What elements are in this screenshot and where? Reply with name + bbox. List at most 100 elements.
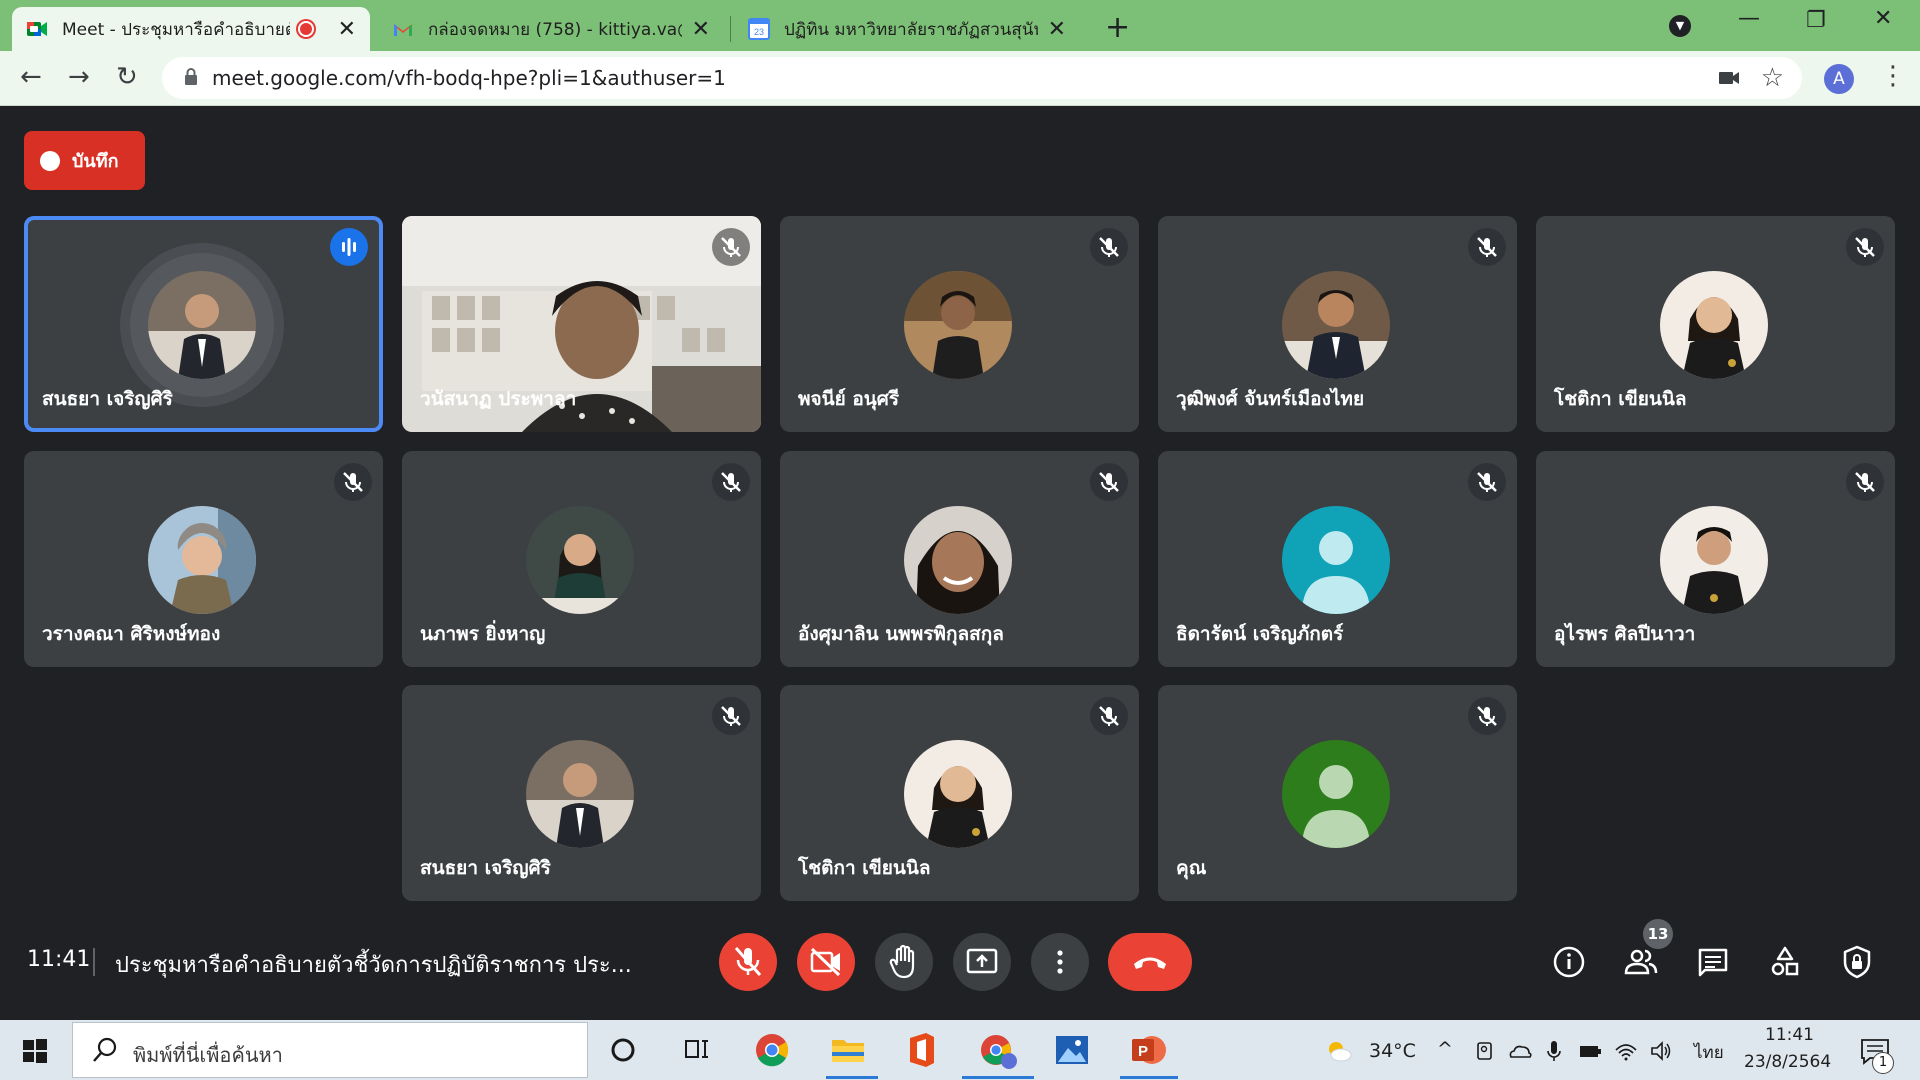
participant-tile-self[interactable]: คุณ [1158,685,1517,901]
participant-tile[interactable]: ธิดารัตน์ เจริญภักตร์ [1158,451,1517,667]
weather-icon[interactable] [1326,1038,1352,1064]
people-count-badge: 13 [1643,919,1673,949]
photos-icon[interactable] [1050,1028,1094,1072]
cortana-icon[interactable] [601,1028,645,1072]
office-icon[interactable] [900,1028,944,1072]
recording-badge: บันทึก [24,131,145,190]
more-vert-icon [1057,950,1063,974]
tab-title: Meet - ประชุมหารือคำอธิบายตัวชี้วัด [62,19,290,40]
tab-calendar[interactable]: 23 ปฏิทิน มหาวิทยาลัยราชภัฏสวนสุนันทา ✕ [734,7,1080,51]
chevron-up-icon[interactable]: ^ [1437,1038,1453,1060]
forward-icon[interactable]: → [68,62,90,92]
url-text[interactable]: meet.google.com/vfh-bodq-hpe?pli=1&authu… [212,66,726,90]
participant-tile[interactable]: อุไรพร ศิลปีนาวา [1536,451,1895,667]
participant-tile[interactable]: วรางคณา ศิริหงษ์ทอง [24,451,383,667]
taskbar-search-input[interactable]: พิมพ์ที่นี่เพื่อค้นหา [72,1022,588,1078]
participant-tile[interactable]: พจนีย์ อนุศรี [780,216,1139,432]
avatar [904,506,1012,614]
onedrive-icon[interactable] [1507,1038,1533,1064]
muted-mic-icon [1846,228,1884,266]
participant-tile-video[interactable]: วนัสนาฏ ประพาลา [402,216,761,432]
windows-start-icon[interactable] [22,1038,48,1064]
participant-name: พจนีย์ อนุศรี [798,388,900,410]
chat-button[interactable] [1693,942,1733,982]
participant-tile[interactable]: สนธยา เจริญศิริ [402,685,761,901]
participant-tile[interactable]: โชติกา เขียนนิล [1536,216,1895,432]
lock-icon [185,68,197,85]
temperature-label[interactable]: 34°C [1369,1040,1416,1062]
meeting-title: ประชุมหารือคำอธิบายตัวชี้วัดการปฏิบัติรา… [115,953,632,978]
avatar [148,271,256,379]
muted-mic-icon [1468,697,1506,735]
bookmark-star-icon[interactable]: ☆ [1761,63,1784,93]
close-icon[interactable]: ✕ [338,17,356,42]
muted-mic-icon [1090,697,1128,735]
participant-tile[interactable]: สนธยา เจริญศิริ [24,216,383,432]
microphone-icon[interactable] [1541,1038,1567,1064]
new-tab-button[interactable]: + [1105,10,1130,45]
participant-tile[interactable]: วุฒิพงศ์ จันทร์เมืองไทย [1158,216,1517,432]
profile-avatar[interactable]: A [1824,64,1854,94]
recording-indicator-icon [297,21,314,37]
search-icon [93,1037,117,1062]
mic-toggle-button[interactable] [719,933,777,991]
restore-icon[interactable]: ❐ [1806,8,1826,33]
close-icon[interactable]: ✕ [692,17,710,42]
participant-name: อังศุมาลิน นพพรพิกุลสกุล [798,623,1004,645]
participant-name: โชติกา เขียนนิล [1554,388,1687,410]
meet-now-icon[interactable] [1473,1038,1499,1064]
chrome-profile-icon[interactable] [976,1028,1020,1072]
leave-call-button[interactable] [1108,933,1192,991]
wifi-icon[interactable] [1613,1038,1639,1064]
participant-tile[interactable]: อังศุมาลิน นพพรพิกุลสกุล [780,451,1139,667]
avatar [1282,506,1390,614]
clock-date[interactable]: 23/8/2564 [1744,1052,1831,1072]
participant-name: สนธยา เจริญศิริ [420,857,551,879]
participant-name: ธิดารัตน์ เจริญภักตร์ [1176,623,1344,645]
shield-lock-icon [1843,945,1871,979]
windows-taskbar: พิมพ์ที่นี่เพื่อค้นหา P 34°C ^ ไทย 11:41… [0,1020,1920,1080]
close-icon[interactable]: ✕ [1048,17,1066,42]
more-options-button[interactable] [1031,933,1089,991]
avatar [1660,271,1768,379]
divider [93,948,95,976]
back-icon[interactable]: ← [20,62,42,92]
tab-title: ปฏิทิน มหาวิทยาลัยราชภัฏสวนสุนันทา [784,19,1038,40]
battery-icon[interactable] [1577,1038,1603,1064]
recording-label: บันทึก [72,151,119,172]
volume-icon[interactable] [1648,1038,1674,1064]
participant-tile[interactable]: โชติกา เขียนนิล [780,685,1139,901]
present-screen-button[interactable] [953,933,1011,991]
raise-hand-button[interactable] [875,933,933,991]
file-explorer-icon[interactable] [826,1028,870,1072]
svg-text:23: 23 [754,27,764,37]
tab-meet[interactable]: Meet - ประชุมหารือคำอธิบายตัวชี้วัด ✕ [12,7,370,51]
minimize-icon[interactable]: — [1738,6,1760,31]
window-close-icon[interactable]: ✕ [1874,6,1892,31]
camera-icon[interactable] [1718,69,1740,87]
speaking-indicator-icon [330,228,368,266]
participant-name: วนัสนาฏ ประพาลา [420,388,577,410]
meeting-details-button[interactable] [1549,942,1589,982]
browser-menu-icon[interactable]: ⋮ [1880,61,1906,91]
muted-mic-icon [712,697,750,735]
chat-icon [1698,948,1728,977]
camera-off-icon [810,947,841,977]
camera-toggle-button[interactable] [797,933,855,991]
powerpoint-icon[interactable]: P [1126,1028,1170,1072]
active-indicator [826,1076,878,1079]
reload-icon[interactable]: ↻ [116,62,138,92]
host-controls-button[interactable] [1837,942,1877,982]
tab-separator [730,16,731,42]
participant-tile[interactable]: นภาพร ยิ่งหาญ [402,451,761,667]
task-view-icon[interactable] [674,1028,718,1072]
end-call-icon [1134,957,1166,969]
tab-gmail[interactable]: กล่องจดหมาย (758) - kittiya.va@ssru.ac.t… [378,7,724,51]
address-bar[interactable]: meet.google.com/vfh-bodq-hpe?pli=1&authu… [162,57,1802,99]
clock-time[interactable]: 11:41 [1765,1025,1814,1045]
tab-search-icon[interactable]: ▼ [1669,15,1691,37]
chrome-icon[interactable] [750,1028,794,1072]
input-language[interactable]: ไทย [1694,1039,1724,1066]
activities-button[interactable] [1765,942,1805,982]
participant-name: อุไรพร ศิลปีนาวา [1554,623,1696,645]
